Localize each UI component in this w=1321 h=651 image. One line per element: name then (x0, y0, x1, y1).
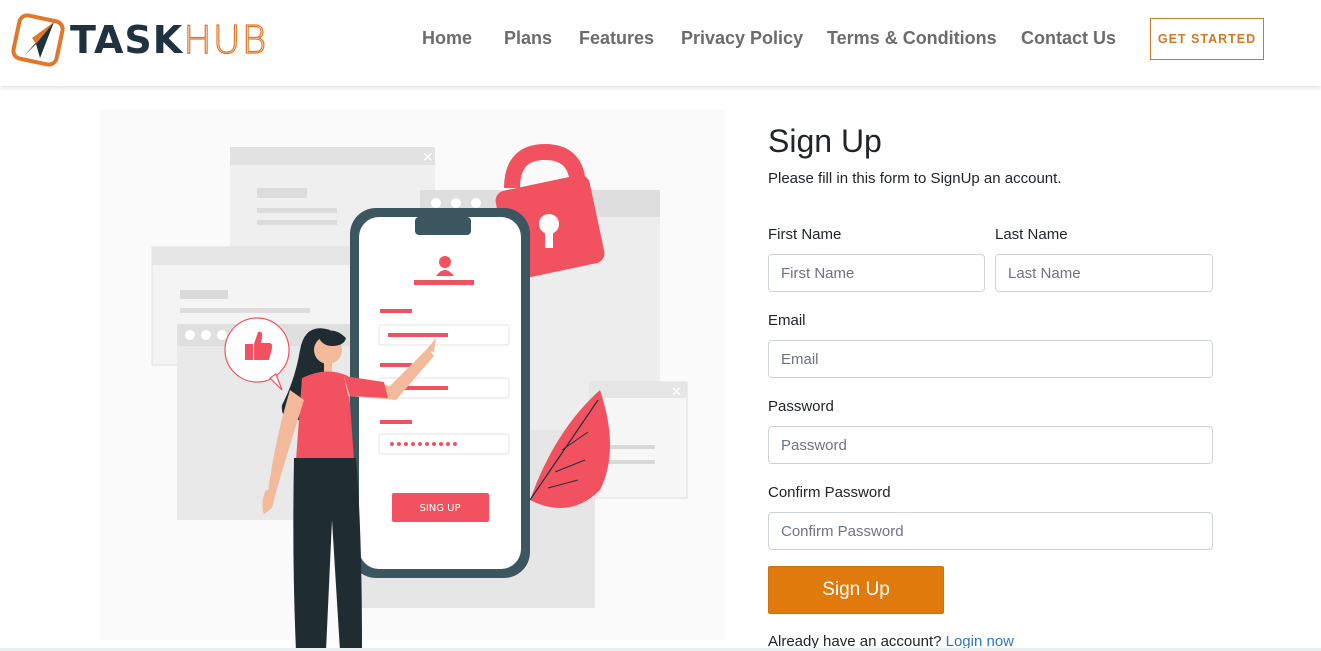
password-label: Password (768, 398, 834, 415)
sign-up-button[interactable]: Sign Up (768, 566, 944, 614)
email-label: Email (768, 312, 806, 329)
brand-name-light: HUB (183, 17, 268, 62)
email-input[interactable] (768, 340, 1213, 378)
last-name-label: Last Name (995, 226, 1068, 243)
get-started-button[interactable]: GET STARTED (1150, 18, 1264, 60)
svg-text:✕: ✕ (671, 385, 682, 400)
nav-terms-conditions[interactable]: Terms & Conditions (827, 28, 997, 49)
password-input[interactable] (768, 426, 1213, 464)
nav-home[interactable]: Home (422, 28, 472, 49)
first-name-input[interactable] (768, 254, 985, 292)
page-title: Sign Up (768, 123, 882, 159)
brand-logo[interactable]: TASK HUB (10, 12, 267, 68)
nav-features[interactable]: Features (579, 28, 654, 49)
illustration-signup-label: SING UP (419, 503, 460, 514)
logo-icon (11, 13, 65, 67)
navbar: TASK HUB Home Plans Features Privacy Pol… (0, 0, 1321, 86)
svg-text:✕: ✕ (422, 150, 434, 166)
signup-form-header: Sign Up Please fill in this form to Sign… (768, 120, 1213, 187)
signup-illustration-graphic: ✕ ✕ SING UP (100, 110, 725, 651)
confirm-password-input[interactable] (768, 512, 1213, 550)
confirm-password-label: Confirm Password (768, 484, 891, 501)
form-subtitle: Please fill in this form to SignUp an ac… (768, 170, 1062, 187)
nav-plans[interactable]: Plans (504, 28, 552, 49)
last-name-input[interactable] (995, 254, 1213, 292)
brand-name-bold: TASK (70, 18, 184, 62)
nav-privacy-policy[interactable]: Privacy Policy (681, 28, 803, 49)
first-name-label: First Name (768, 226, 842, 243)
signup-illustration: ✕ ✕ SING UP (100, 100, 730, 651)
nav-contact-us[interactable]: Contact Us (1021, 28, 1116, 49)
